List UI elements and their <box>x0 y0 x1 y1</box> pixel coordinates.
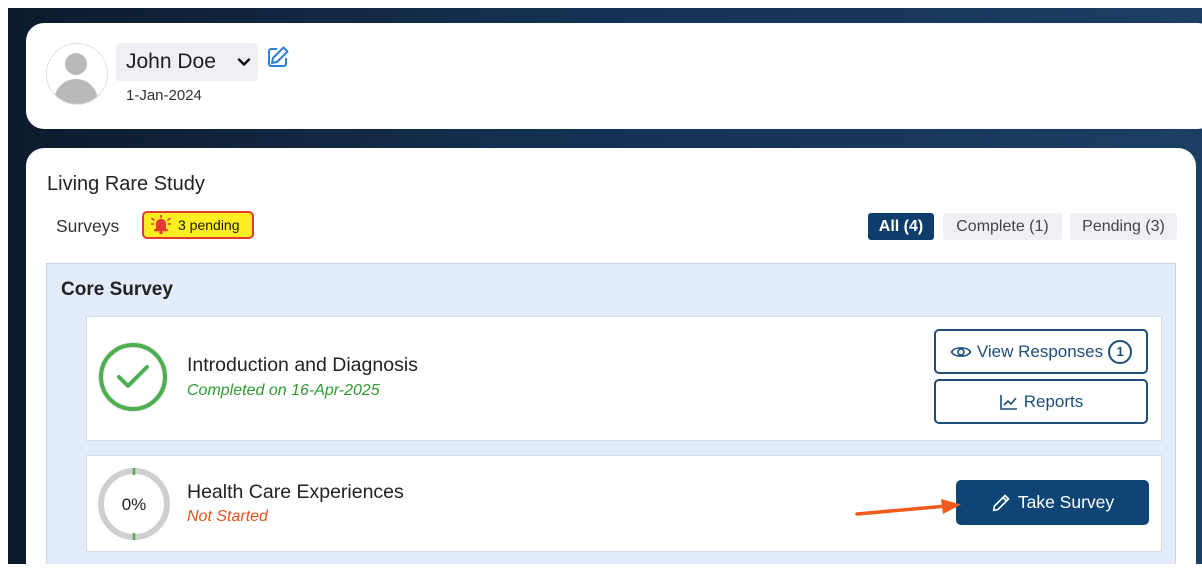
filter-all-tab[interactable]: All (4) <box>868 213 934 240</box>
study-title: Living Rare Study <box>47 173 205 195</box>
responses-count-badge: 1 <box>1108 339 1133 364</box>
pending-count-label: 3 pending <box>178 217 240 233</box>
filter-complete-tab[interactable]: Complete (1) <box>943 213 1062 240</box>
participant-select[interactable]: John Doe <box>116 43 258 81</box>
survey-status: Not Started <box>187 508 268 525</box>
surveys-label: Surveys <box>56 216 120 236</box>
take-survey-button[interactable]: Take Survey <box>956 480 1149 525</box>
alarm-bell-icon <box>151 215 171 235</box>
avatar <box>46 43 108 105</box>
eye-icon <box>950 346 972 357</box>
chevron-down-icon <box>237 58 251 66</box>
filter-pending-tab[interactable]: Pending (3) <box>1070 213 1177 240</box>
survey-name: Introduction and Diagnosis <box>187 354 418 376</box>
edit-icon[interactable] <box>266 45 290 69</box>
view-responses-label: View Responses <box>976 341 1104 361</box>
line-chart-icon <box>999 394 1017 410</box>
pending-badge: 3 pending <box>142 211 254 239</box>
annotation-arrow-icon <box>855 499 961 516</box>
reports-button[interactable]: Reports <box>934 379 1148 424</box>
take-survey-label: Take Survey <box>1017 492 1115 512</box>
core-survey-title: Core Survey <box>61 279 173 300</box>
profile-date: 1-Jan-2024 <box>126 87 202 104</box>
pencil-icon <box>992 494 1010 511</box>
progress-ring: 0% <box>98 468 170 540</box>
progress-percent: 0% <box>122 495 147 514</box>
completed-check-icon <box>98 342 168 412</box>
survey-name: Health Care Experiences <box>187 481 404 503</box>
survey-status: Completed on 16-Apr-2025 <box>187 382 380 399</box>
participant-name: John Doe <box>126 50 216 73</box>
view-responses-button[interactable]: View Responses 1 <box>934 329 1148 374</box>
reports-label: Reports <box>1023 391 1084 411</box>
